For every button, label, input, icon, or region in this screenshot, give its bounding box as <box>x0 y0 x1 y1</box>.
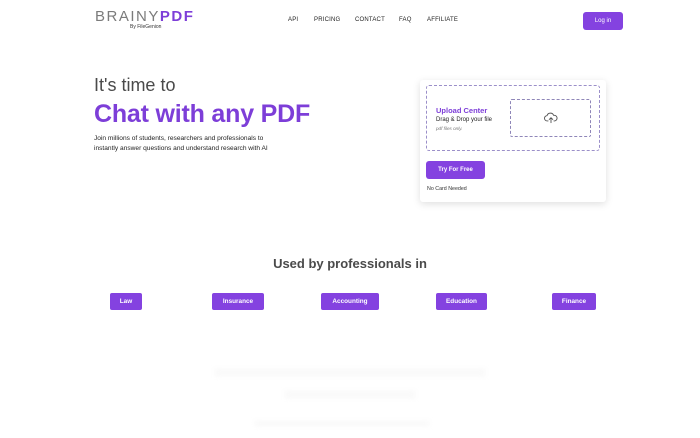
faded-text-line <box>284 390 416 399</box>
upload-file-hint: pdf files only. <box>436 126 463 131</box>
upload-card: Upload Center Drag & Drop your file pdf … <box>420 80 606 202</box>
tag-law[interactable]: Law <box>110 293 142 310</box>
login-button[interactable]: Log in <box>583 12 623 30</box>
nav-contact[interactable]: CONTACT <box>355 17 385 23</box>
tag-insurance[interactable]: Insurance <box>212 293 264 310</box>
no-card-note: No Card Needed <box>427 186 467 192</box>
nav-api[interactable]: API <box>288 17 298 23</box>
upload-instructions: Drag & Drop your file <box>436 117 493 123</box>
nav-affiliate[interactable]: AFFILIATE <box>427 17 458 23</box>
tag-accounting[interactable]: Accounting <box>321 293 379 310</box>
nav-faq[interactable]: FAQ <box>399 17 412 23</box>
cloud-upload-icon <box>543 112 558 124</box>
tag-finance[interactable]: Finance <box>552 293 596 310</box>
upload-title: Upload Center <box>436 106 488 115</box>
professionals-heading: Used by professionals in <box>273 256 427 271</box>
nav-pricing[interactable]: PRICING <box>314 17 340 23</box>
hero-title: Chat with any PDF <box>94 100 311 128</box>
upload-center[interactable]: Upload Center Drag & Drop your file pdf … <box>426 85 600 151</box>
hero-kicker: It's time to <box>94 75 176 95</box>
tag-education[interactable]: Education <box>436 293 487 310</box>
faded-text-line <box>254 420 430 427</box>
file-drop-zone[interactable] <box>510 99 591 137</box>
faded-content-area <box>0 360 700 438</box>
try-for-free-button[interactable]: Try For Free <box>426 161 485 179</box>
faded-text-line <box>214 368 486 377</box>
hero-description: Join millions of students, researchers a… <box>94 135 268 152</box>
